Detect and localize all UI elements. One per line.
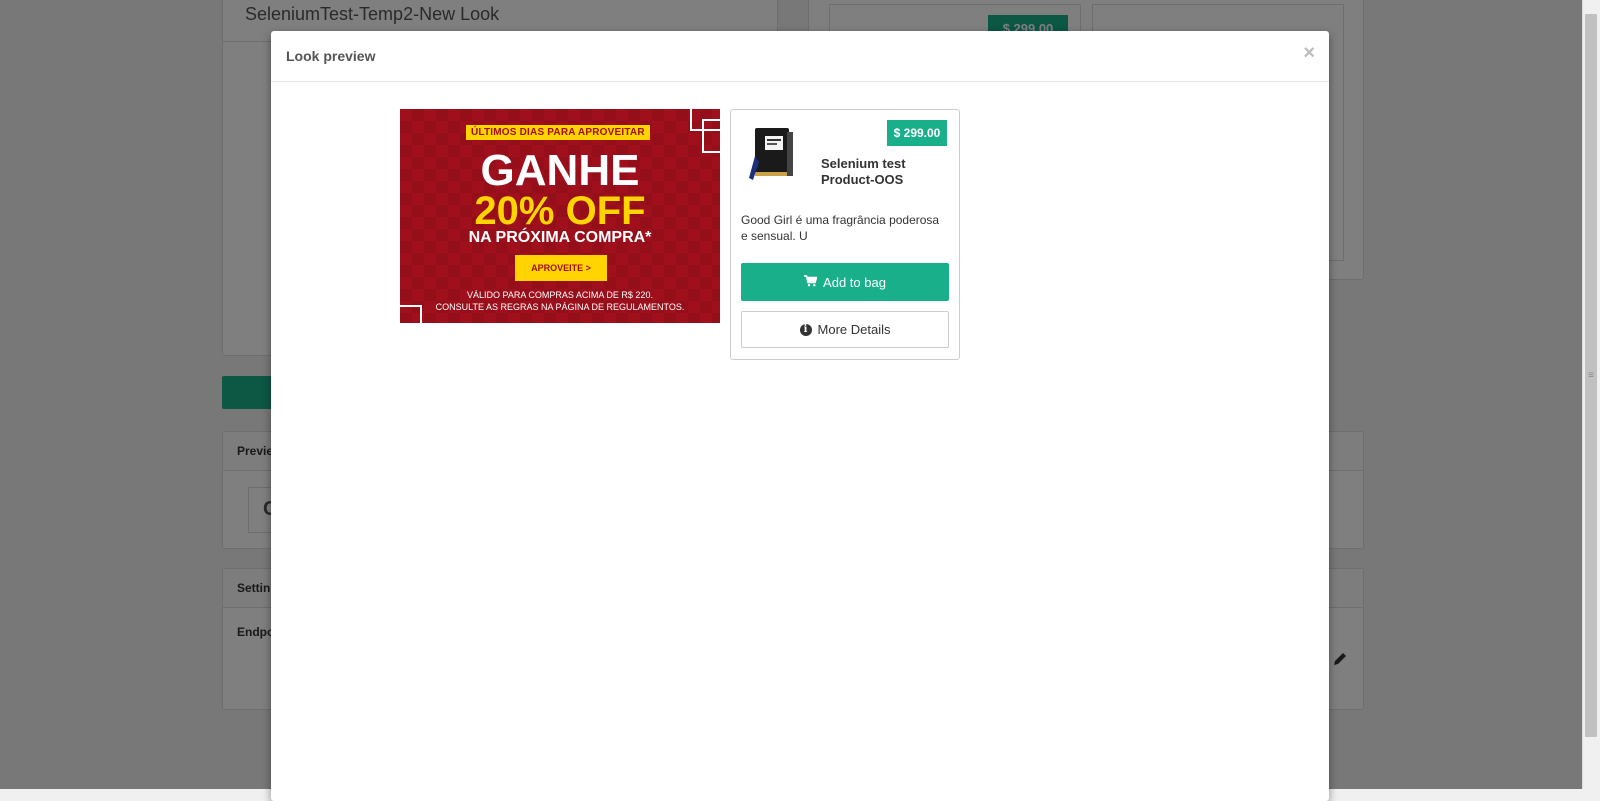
price-badge: $ 299.00 — [887, 120, 947, 146]
scrollbar-thumb[interactable]: ≡ — [1585, 14, 1597, 737]
add-to-bag-button[interactable]: Add to bag — [741, 263, 949, 301]
shopping-cart-icon — [804, 274, 818, 290]
banner-headline: GANHE — [480, 146, 640, 195]
banner-fine-print: VÁLIDO PARA COMPRAS ACIMA DE R$ 220. — [467, 290, 653, 300]
more-details-label: More Details — [817, 322, 891, 337]
product-description: Good Girl é uma fragrância poderosa e se… — [741, 213, 940, 243]
info-circle-icon: i — [799, 323, 812, 336]
more-details-button[interactable]: i More Details — [741, 311, 949, 348]
add-to-bag-label: Add to bag — [823, 274, 886, 290]
close-icon[interactable]: × — [1303, 43, 1315, 63]
page-scrollbar[interactable]: ≡ — [1582, 0, 1600, 789]
banner-cta-button[interactable]: APROVEITE > — [515, 255, 607, 281]
banner-offer: 20% OFF — [474, 189, 646, 233]
banner-subline: NA PRÓXIMA COMPRA* — [468, 229, 652, 246]
product-name[interactable]: Selenium test Product-OOS — [821, 156, 941, 188]
banner-tag: ÚLTIMOS DIAS PARA APROVEITAR — [466, 125, 650, 140]
modal-header: Look preview × — [271, 31, 1329, 82]
product-card: $ 299.00 Selenium test Product-OOS Good … — [730, 109, 960, 360]
modal-title: Look preview — [286, 48, 376, 64]
banner-fine-print: CONSULTE AS REGRAS NA PÁGINA DE REGULAME… — [435, 302, 685, 312]
banner-decoration — [702, 119, 720, 153]
look-preview-modal: Look preview × ÚLTIMOS DIAS PARA APROVEI… — [271, 31, 1329, 801]
product-image[interactable] — [741, 122, 805, 184]
scrollbar-grip-icon: ≡ — [1588, 370, 1594, 381]
promo-banner[interactable]: ÚLTIMOS DIAS PARA APROVEITAR GANHE 20% O… — [400, 109, 720, 323]
